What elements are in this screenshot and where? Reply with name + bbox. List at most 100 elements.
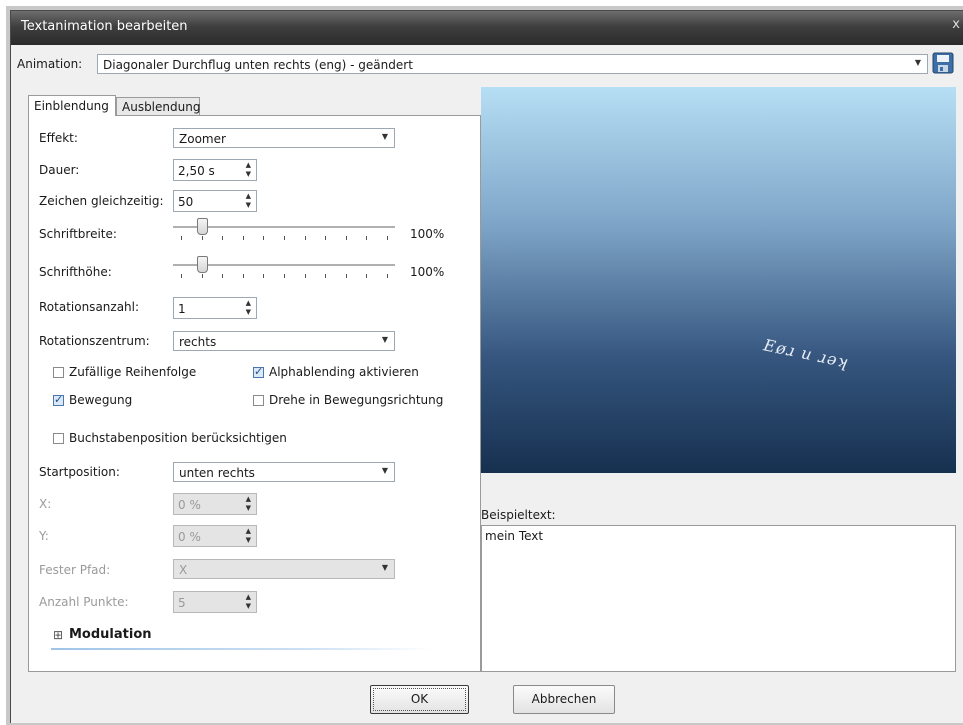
rotationsanzahl-value: 1 xyxy=(178,302,186,316)
effekt-dropdown[interactable]: Zoomer ▼ xyxy=(173,128,395,148)
anzahl-punkte-spinner: 5 ▲ ▼ xyxy=(173,591,257,613)
slider-tick xyxy=(325,236,327,240)
chevron-down-icon: ▼ xyxy=(381,132,388,141)
schriftbreite-slider[interactable] xyxy=(173,217,395,241)
beispieltext-textarea[interactable]: mein Text xyxy=(481,525,956,672)
chevron-down-icon: ▼ xyxy=(381,335,388,344)
anzahl-punkte-label: Anzahl Punkte: xyxy=(39,595,129,609)
rotationsanzahl-label: Rotationsanzahl: xyxy=(39,300,140,314)
slider-tick xyxy=(345,236,347,240)
slider-tick xyxy=(304,274,306,278)
fester-pfad-dropdown: X ▼ xyxy=(173,559,395,579)
alphablending-checkbox[interactable] xyxy=(253,365,264,378)
slider-tick xyxy=(325,274,327,278)
zufaellig-label[interactable]: Zufällige Reihenfolge xyxy=(69,365,196,379)
schrifthoehe-value: 100% xyxy=(410,265,445,279)
slider-tick xyxy=(284,236,285,240)
x-value: 0 % xyxy=(178,498,201,512)
rotationszentrum-value: rechts xyxy=(179,335,217,349)
drehe-checkbox[interactable] xyxy=(253,395,264,406)
tab-einblendung-label: Einblendung xyxy=(34,99,109,113)
slider-thumb[interactable] xyxy=(196,256,208,273)
startposition-dropdown[interactable]: unten rechts ▼ xyxy=(173,462,395,482)
settings-panel: Effekt: Zoomer ▼ Dauer: 2,50 s ▲ ▼ Zeiche… xyxy=(28,115,481,672)
modulation-header[interactable]: Modulation xyxy=(69,627,152,642)
fester-pfad-label: Fester Pfad: xyxy=(39,563,111,577)
spinner-arrows-icon: ▲ ▼ xyxy=(245,593,251,610)
floppy-disk-icon[interactable] xyxy=(932,52,954,74)
buchstabenposition-label[interactable]: Buchstabenposition berücksichtigen xyxy=(69,431,287,445)
title-bar[interactable]: Textanimation bearbeiten x xyxy=(11,11,963,45)
slider-tick xyxy=(387,236,388,240)
tab-ausblendung[interactable]: Ausblendung xyxy=(116,97,200,116)
dauer-spinner[interactable]: 2,50 s ▲ ▼ xyxy=(173,159,257,181)
dauer-value: 2,50 s xyxy=(178,164,215,178)
dauer-label: Dauer: xyxy=(39,163,80,177)
y-spinner: 0 % ▲ ▼ xyxy=(173,525,257,547)
window-title: Textanimation bearbeiten xyxy=(21,19,188,34)
slider-tick xyxy=(181,274,182,278)
slider-tick xyxy=(366,236,368,240)
slider-tick xyxy=(222,274,224,278)
slider-tick xyxy=(201,236,203,240)
slider-tick xyxy=(366,274,368,278)
x-spinner: 0 % ▲ ▼ xyxy=(173,493,257,515)
slider-tick xyxy=(387,274,388,278)
schriftbreite-label: Schriftbreite: xyxy=(39,227,117,241)
slider-tick xyxy=(304,236,306,240)
slider-tick xyxy=(263,274,265,278)
spinner-arrows-icon[interactable]: ▲ ▼ xyxy=(246,161,251,179)
spinner-arrows-icon[interactable]: ▲ ▼ xyxy=(246,192,251,210)
effekt-value: Zoomer xyxy=(179,132,226,146)
fester-pfad-value: X xyxy=(179,563,188,577)
slider-tick xyxy=(201,274,203,278)
schrifthoehe-slider[interactable] xyxy=(173,255,395,279)
close-icon[interactable]: x xyxy=(952,17,960,32)
slider-tick xyxy=(181,236,182,240)
beispieltext-value: mein Text xyxy=(485,529,544,543)
tab-ausblendung-label: Ausblendung xyxy=(122,100,201,114)
slider-tick xyxy=(345,274,347,278)
tab-einblendung[interactable]: Einblendung xyxy=(28,95,116,116)
modulation-divider xyxy=(51,648,431,650)
chevron-down-icon: ▼ xyxy=(381,466,388,475)
chevron-down-icon: ▼ xyxy=(381,563,388,572)
beispieltext-label: Beispieltext: xyxy=(481,508,556,522)
dialog-window: Textanimation bearbeiten x Animation: Di… xyxy=(10,10,963,723)
preview-text: Eøɹ u ɹəʞ xyxy=(761,335,851,372)
slider-tick xyxy=(242,274,244,278)
slider-tick xyxy=(263,236,265,240)
zufaellig-checkbox[interactable] xyxy=(53,367,64,378)
animation-label: Animation: xyxy=(17,57,83,71)
spinner-arrows-icon: ▲ ▼ xyxy=(245,495,251,512)
animation-dropdown[interactable]: Diagonaler Durchflug unten rechts (eng) … xyxy=(97,54,928,74)
buchstabenposition-checkbox[interactable] xyxy=(53,433,64,444)
zeichen-spinner[interactable]: 50 ▲ ▼ xyxy=(173,190,257,212)
y-value: 0 % xyxy=(178,530,201,544)
spinner-arrows-icon: ▲ ▼ xyxy=(245,527,251,544)
schriftbreite-value: 100% xyxy=(410,227,445,241)
alphablending-label[interactable]: Alphablending aktivieren xyxy=(269,365,419,379)
y-label: Y: xyxy=(39,529,49,543)
anzahl-punkte-value: 5 xyxy=(178,596,186,610)
cancel-button[interactable]: Abbrechen xyxy=(513,685,615,714)
x-label: X: xyxy=(39,497,52,511)
expand-icon[interactable]: ⊞ xyxy=(53,628,63,642)
zeichen-label: Zeichen gleichzeitig: xyxy=(39,194,164,208)
spinner-arrows-icon[interactable]: ▲ ▼ xyxy=(246,299,251,317)
rotationsanzahl-spinner[interactable]: 1 ▲ ▼ xyxy=(173,297,257,319)
rotationszentrum-label: Rotationszentrum: xyxy=(39,334,150,348)
drehe-label[interactable]: Drehe in Bewegungsrichtung xyxy=(269,393,443,407)
animation-value: Diagonaler Durchflug unten rechts (eng) … xyxy=(103,58,413,72)
slider-thumb[interactable] xyxy=(196,218,208,235)
slider-tick xyxy=(284,274,285,278)
slider-tick xyxy=(222,236,224,240)
ok-button[interactable]: OK xyxy=(370,685,469,714)
bewegung-label[interactable]: Bewegung xyxy=(69,393,132,407)
startposition-label: Startposition: xyxy=(39,465,120,479)
animation-preview: Eøɹ u ɹəʞ xyxy=(481,87,956,473)
bewegung-checkbox[interactable] xyxy=(53,393,64,406)
slider-tick xyxy=(242,236,244,240)
rotationszentrum-dropdown[interactable]: rechts ▼ xyxy=(173,331,395,351)
chevron-down-icon: ▼ xyxy=(914,58,921,67)
